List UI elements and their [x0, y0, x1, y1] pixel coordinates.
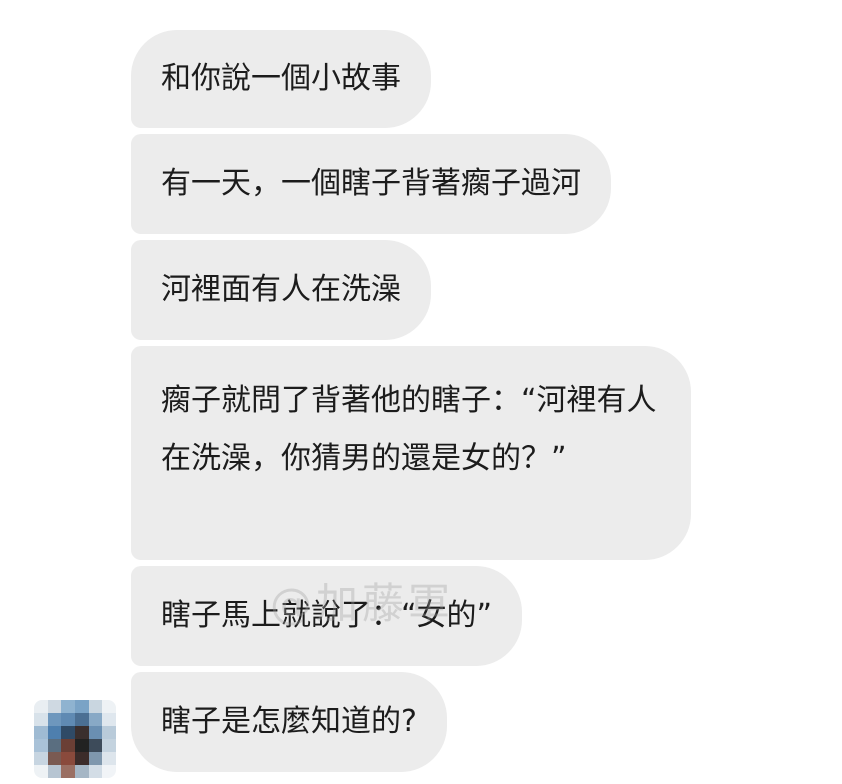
- message-text: 瘸子就問了背著他的瞎子：“河裡有人在洗澡，你猜男的還是女的？”: [161, 383, 657, 476]
- message-text: 和你說一個小故事: [161, 61, 401, 96]
- message-bubble[interactable]: 瞎子是怎麼知道的?: [131, 672, 447, 772]
- watermark: @加藤軍: [270, 579, 455, 628]
- message-bubble[interactable]: 河裡面有人在洗澡: [131, 240, 431, 340]
- message-bubble[interactable]: 有一天，一個瞎子背著瘸子過河: [131, 134, 611, 234]
- avatar-icon[interactable]: [34, 700, 116, 778]
- chat-thread: 和你說一個小故事 有一天，一個瞎子背著瘸子過河 河裡面有人在洗澡 瘸子就問了背著…: [0, 0, 842, 784]
- message-bubble[interactable]: 和你說一個小故事: [131, 30, 431, 128]
- message-text: 河裡面有人在洗澡: [161, 272, 401, 307]
- message-text: 有一天，一個瞎子背著瘸子過河: [161, 166, 581, 201]
- message-text: 瞎子是怎麼知道的?: [161, 704, 417, 739]
- message-bubble[interactable]: 瘸子就問了背著他的瞎子：“河裡有人在洗澡，你猜男的還是女的？”: [131, 346, 691, 560]
